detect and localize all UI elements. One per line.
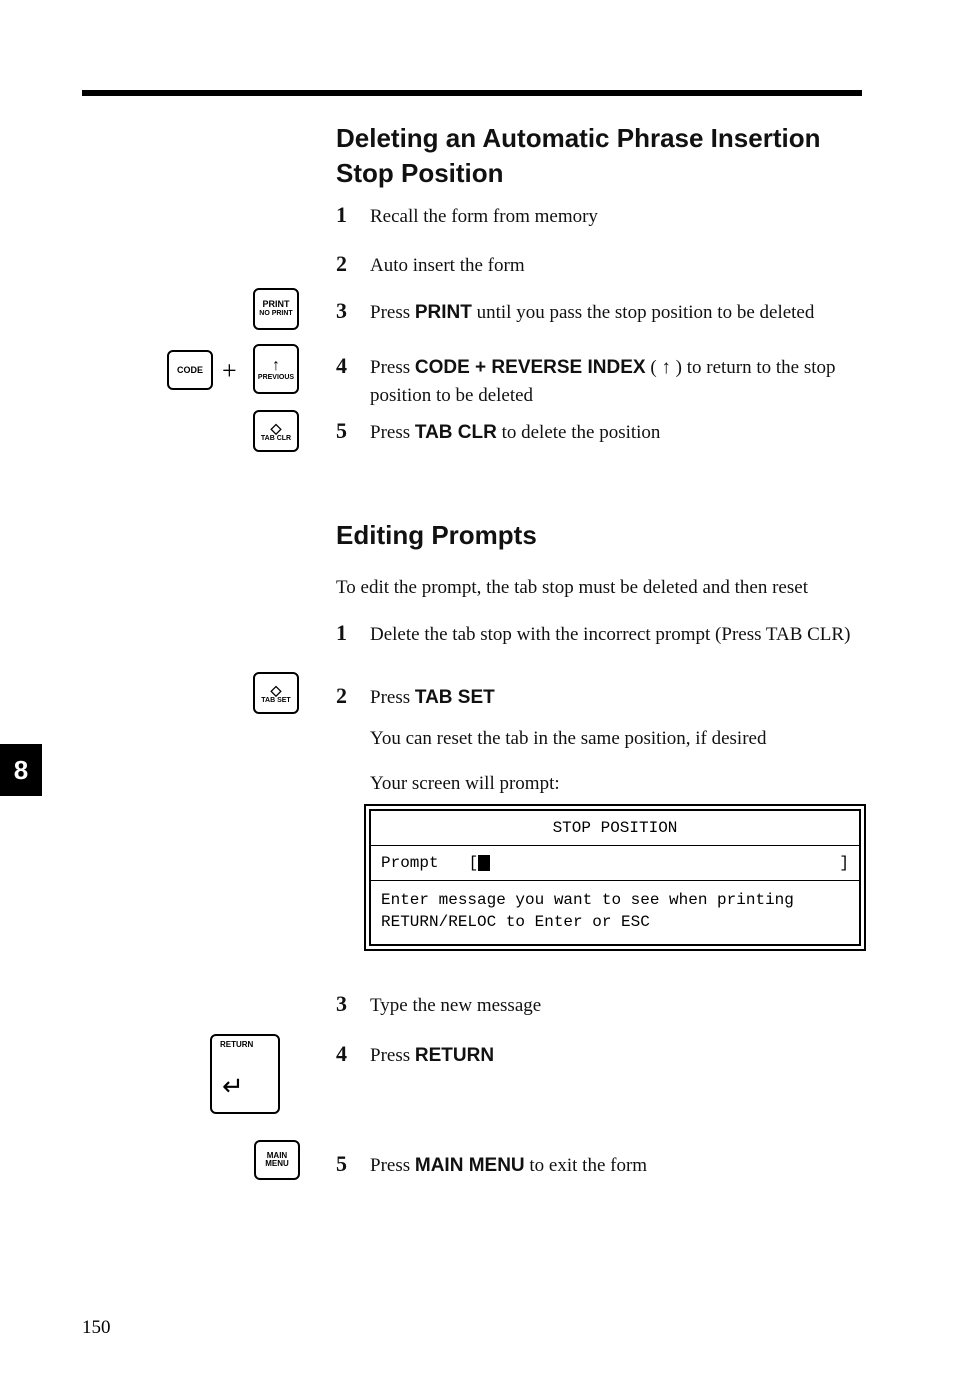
t: to delete the position <box>497 422 661 443</box>
step-text: Press PRINT until you pass the stop posi… <box>370 299 866 327</box>
sub-b: Your screen will prompt: <box>370 770 866 798</box>
key: TAB SET <box>415 687 495 708</box>
tab-clr-keycap: ◇ TAB CLR <box>253 410 299 452</box>
step-2-4: 4 Press RETURN <box>336 1038 866 1070</box>
code-keycap: CODE <box>167 350 213 390</box>
step-2-1: 1 Delete the tab stop with the incorrect… <box>336 617 866 649</box>
step-num: 2 <box>336 680 370 712</box>
keycap-label: MENU <box>265 1160 289 1168</box>
step-1-4: 4 Press CODE + REVERSE INDEX ( ↑ ) to re… <box>336 350 866 409</box>
key: PRINT <box>415 302 472 323</box>
up-arrow-icon: ↑ <box>272 358 280 374</box>
key: MAIN MENU <box>415 1155 525 1176</box>
key: CODE + REVERSE INDEX <box>415 357 646 378</box>
t: Press <box>370 1045 415 1066</box>
prompt-label: Prompt <box>381 854 439 872</box>
keycap-sublabel: TAB CLR <box>261 435 291 442</box>
main-menu-keycap: MAIN MENU <box>254 1140 300 1180</box>
t: until you pass the stop position to be d… <box>472 302 815 323</box>
keycap-label: RETURN <box>220 1040 253 1049</box>
step-text: Auto insert the form <box>370 252 866 280</box>
keycap-sublabel: NO PRINT <box>259 310 292 318</box>
step-text: Press CODE + REVERSE INDEX ( ↑ ) to retu… <box>370 354 866 409</box>
print-keycap: PRINT NO PRINT <box>253 288 299 330</box>
step-num: 5 <box>336 415 370 447</box>
step-2-2: 2 Press TAB SET <box>336 680 866 712</box>
step-num: 3 <box>336 988 370 1020</box>
step-num: 1 <box>336 199 370 231</box>
t: Press <box>370 302 415 323</box>
step-1-1: 1 Recall the form from memory <box>336 199 866 231</box>
step-text: Press TAB SET <box>370 684 866 712</box>
keycap-label: CODE <box>177 365 203 375</box>
plus-symbol: + <box>222 356 237 386</box>
section1-title: Deleting an Automatic Phrase Insertion S… <box>336 121 856 191</box>
return-keycap: RETURN ↵ <box>210 1034 280 1114</box>
step-text: Press MAIN MENU to exit the form <box>370 1152 866 1180</box>
msg-line: Enter message you want to see when print… <box>381 889 849 911</box>
header-rule <box>82 90 862 96</box>
reverse-index-keycap: ↑ PREVIOUS <box>253 344 299 394</box>
step-num: 2 <box>336 248 370 280</box>
step-num: 1 <box>336 617 370 649</box>
step-num: 3 <box>336 295 370 327</box>
bracket-left: [ <box>469 854 479 872</box>
screen-prompt-row: Prompt [ ] <box>371 846 859 881</box>
step-1-3: 3 Press PRINT until you pass the stop po… <box>336 295 866 327</box>
step-text: Press RETURN <box>370 1042 866 1070</box>
t: Press <box>370 1155 415 1176</box>
section2-intro: To edit the prompt, the tab stop must be… <box>336 574 866 602</box>
key: TAB CLR <box>415 422 497 443</box>
bracket-right: ] <box>839 854 849 872</box>
screen-display: STOP POSITION Prompt [ ] Enter message y… <box>364 804 866 951</box>
cursor-icon <box>478 855 490 871</box>
section2-title: Editing Prompts <box>336 518 856 553</box>
msg-line: RETURN/RELOC to Enter or ESC <box>381 911 849 933</box>
screen-message: Enter message you want to see when print… <box>371 881 859 944</box>
t: to exit the form <box>525 1155 647 1176</box>
step-text: Type the new message <box>370 992 866 1020</box>
step-2-3: 3 Type the new message <box>336 988 866 1020</box>
step-num: 4 <box>336 1038 370 1070</box>
diamond-icon: ◇ <box>271 683 282 697</box>
step-1-2: 2 Auto insert the form <box>336 248 866 280</box>
tab-set-keycap: ◇ TAB SET <box>253 672 299 714</box>
return-arrow-icon: ↵ <box>222 1072 244 1102</box>
screen-header: STOP POSITION <box>371 811 859 846</box>
step-num: 4 <box>336 350 370 382</box>
diamond-icon: ◇ <box>271 421 282 435</box>
step-text: Delete the tab stop with the incorrect p… <box>370 621 866 649</box>
step-1-5: 5 Press TAB CLR to delete the position <box>336 415 866 447</box>
step-2-5: 5 Press MAIN MENU to exit the form <box>336 1148 866 1180</box>
t: Press <box>370 357 415 378</box>
step-text: Press TAB CLR to delete the position <box>370 419 866 447</box>
chapter-tab: 8 <box>0 744 42 796</box>
t: Press <box>370 422 415 443</box>
key: RETURN <box>415 1045 494 1066</box>
sub-a: You can reset the tab in the same positi… <box>370 725 866 753</box>
keycap-sublabel: PREVIOUS <box>258 374 294 381</box>
step-text: Recall the form from memory <box>370 203 866 231</box>
keycap-sublabel: TAB SET <box>261 697 290 704</box>
page-number: 150 <box>82 1317 111 1339</box>
t: Press <box>370 687 415 708</box>
step-num: 5 <box>336 1148 370 1180</box>
keycap-label: PRINT <box>263 300 290 310</box>
